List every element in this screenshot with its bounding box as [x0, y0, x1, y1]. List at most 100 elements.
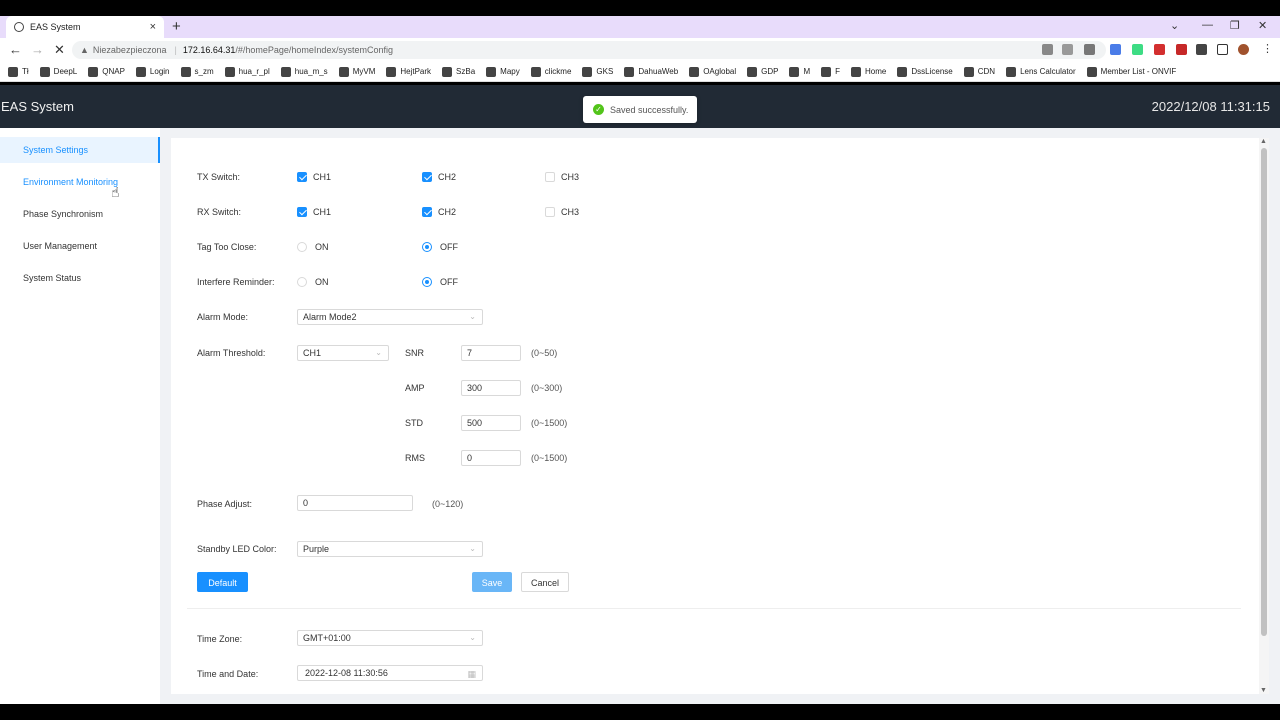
save-button[interactable]: Save: [472, 572, 512, 592]
bookmark-item[interactable]: DeepL: [39, 66, 77, 77]
bookmark-label: hua_r_pl: [238, 67, 270, 76]
interfere-off-radio[interactable]: OFF: [422, 277, 458, 287]
browser-tab[interactable]: EAS System ×: [6, 16, 164, 38]
section-divider: [187, 608, 1241, 609]
pdf-extension-icon[interactable]: [1176, 44, 1187, 55]
bookmark-item[interactable]: Tł: [8, 66, 29, 77]
bookmark-item[interactable]: Login: [135, 66, 170, 77]
interfere-on-radio[interactable]: ON: [297, 277, 329, 287]
check-circle-icon: ✓: [593, 104, 604, 115]
rms-input[interactable]: 0: [461, 450, 521, 466]
content-scrollbar[interactable]: ▲ ▼: [1259, 138, 1269, 694]
bookmark-item[interactable]: Lens Calculator: [1006, 66, 1076, 77]
bookmark-item[interactable]: GKS: [582, 66, 613, 77]
share-icon[interactable]: [1062, 44, 1073, 55]
standby-led-label: Standby LED Color:: [197, 544, 277, 554]
std-input[interactable]: 500: [461, 415, 521, 431]
rx-ch1-checkbox[interactable]: CH1: [297, 207, 331, 217]
tag-too-close-off-radio[interactable]: OFF: [422, 242, 458, 252]
bookmark-label: CDN: [977, 67, 996, 76]
alarm-mode-select[interactable]: Alarm Mode2 ⌄: [297, 309, 483, 325]
time-zone-select[interactable]: GMT+01:00 ⌄: [297, 630, 483, 646]
off-label: OFF: [440, 242, 458, 252]
amp-input[interactable]: 300: [461, 380, 521, 396]
close-tab-icon[interactable]: ×: [150, 21, 156, 33]
bookmark-item[interactable]: hua_r_pl: [224, 66, 270, 77]
threshold-channel-value: CH1: [303, 348, 322, 358]
sidebar-item-system-settings[interactable]: System Settings: [0, 137, 160, 163]
checkbox-icon: [297, 172, 307, 182]
cancel-button[interactable]: Cancel: [521, 572, 569, 592]
android-extension-icon[interactable]: [1132, 44, 1143, 55]
tag-too-close-on-radio[interactable]: ON: [297, 242, 329, 252]
bookmark-item[interactable]: clickme: [530, 66, 571, 77]
forward-icon[interactable]: →: [31, 42, 44, 57]
threshold-channel-select[interactable]: CH1 ⌄: [297, 345, 389, 361]
bookmark-item[interactable]: HejtPark: [386, 66, 431, 77]
interfere-reminder-label: Interfere Reminder:: [197, 277, 275, 287]
chevron-down-icon: ⌄: [469, 312, 476, 321]
bookmark-item[interactable]: Home: [851, 66, 887, 77]
sidepanel-icon[interactable]: [1217, 44, 1228, 55]
bookmark-item[interactable]: DssLicense: [897, 66, 953, 77]
tab-title: EAS System: [30, 22, 81, 32]
time-date-value: 2022-12-08 11:30:56: [305, 668, 388, 678]
bookmark-icon: [963, 66, 974, 77]
restore-icon[interactable]: ❐: [1230, 19, 1240, 32]
close-window-icon[interactable]: ✕: [1258, 19, 1267, 32]
bookmark-item[interactable]: OAglobal: [689, 66, 736, 77]
minimize-icon[interactable]: —: [1202, 19, 1213, 31]
extension-icon[interactable]: [1110, 44, 1121, 55]
tx-ch2-checkbox[interactable]: CH2: [422, 172, 456, 182]
menu-icon[interactable]: ⋮: [1262, 42, 1273, 55]
bookmark-label: DahuaWeb: [638, 67, 679, 76]
snr-range: (0~50): [531, 348, 558, 358]
translate-icon[interactable]: [1042, 44, 1053, 55]
default-button[interactable]: Default: [197, 572, 248, 592]
phase-adjust-input[interactable]: 0: [297, 495, 413, 511]
bookmark-item[interactable]: SzBa: [442, 66, 475, 77]
video-letterbox-bottom: [0, 704, 1280, 720]
scrollbar-thumb[interactable]: [1261, 148, 1267, 636]
checkbox-icon: [422, 207, 432, 217]
bookmark-item[interactable]: hua_m_s: [280, 66, 328, 77]
sidebar-item-environment-monitoring[interactable]: Environment Monitoring: [0, 169, 160, 195]
red-extension-icon[interactable]: [1154, 44, 1165, 55]
sidebar-item-user-management[interactable]: User Management: [0, 233, 160, 259]
bookmark-item[interactable]: DahuaWeb: [624, 66, 679, 77]
tx-ch3-checkbox[interactable]: CH3: [545, 172, 579, 182]
bookmark-item[interactable]: Mapy: [486, 66, 520, 77]
address-bar[interactable]: ▲ Niezabezpieczona | 172.16.64.31 /#/hom…: [72, 41, 1106, 59]
bookmark-item[interactable]: s_zm: [180, 66, 214, 77]
bookmark-item[interactable]: GDP: [747, 66, 778, 77]
checkbox-icon: [422, 172, 432, 182]
time-date-picker[interactable]: 2022-12-08 11:30:56 ▦: [297, 665, 483, 681]
profile-avatar[interactable]: [1238, 44, 1249, 55]
bookmark-icon: [689, 66, 700, 77]
tx-ch1-label: CH1: [313, 172, 332, 182]
back-icon[interactable]: ←: [9, 42, 22, 57]
scroll-down-icon[interactable]: ▼: [1260, 687, 1267, 694]
rx-ch2-checkbox[interactable]: CH2: [422, 207, 456, 217]
bookmark-item[interactable]: QNAP: [88, 66, 125, 77]
sidebar-item-system-status[interactable]: System Status: [0, 265, 160, 291]
new-tab-button[interactable]: +: [172, 18, 181, 35]
scroll-up-icon[interactable]: ▲: [1260, 138, 1267, 145]
bookmark-item[interactable]: M: [789, 66, 810, 77]
star-icon[interactable]: [1084, 44, 1095, 55]
standby-led-select[interactable]: Purple ⌄: [297, 541, 483, 557]
tab-search-icon[interactable]: ⌄: [1170, 19, 1179, 32]
bookmark-item[interactable]: Member List - ONVIF: [1086, 66, 1176, 77]
snr-input[interactable]: 7: [461, 345, 521, 361]
bookmark-item[interactable]: CDN: [963, 66, 996, 77]
puzzle-icon[interactable]: [1196, 44, 1207, 55]
bookmark-item[interactable]: F: [821, 66, 840, 77]
bookmark-label: Tł: [22, 67, 29, 76]
bookmark-label: Home: [865, 67, 887, 76]
rx-ch3-checkbox[interactable]: CH3: [545, 207, 579, 217]
bookmark-item[interactable]: MyVM: [338, 66, 375, 77]
stop-loading-icon[interactable]: ✕: [54, 42, 65, 58]
sidebar-item-phase-synchronism[interactable]: Phase Synchronism: [0, 201, 160, 227]
rx-switch-label: RX Switch:: [197, 207, 242, 217]
tx-ch1-checkbox[interactable]: CH1: [297, 172, 331, 182]
